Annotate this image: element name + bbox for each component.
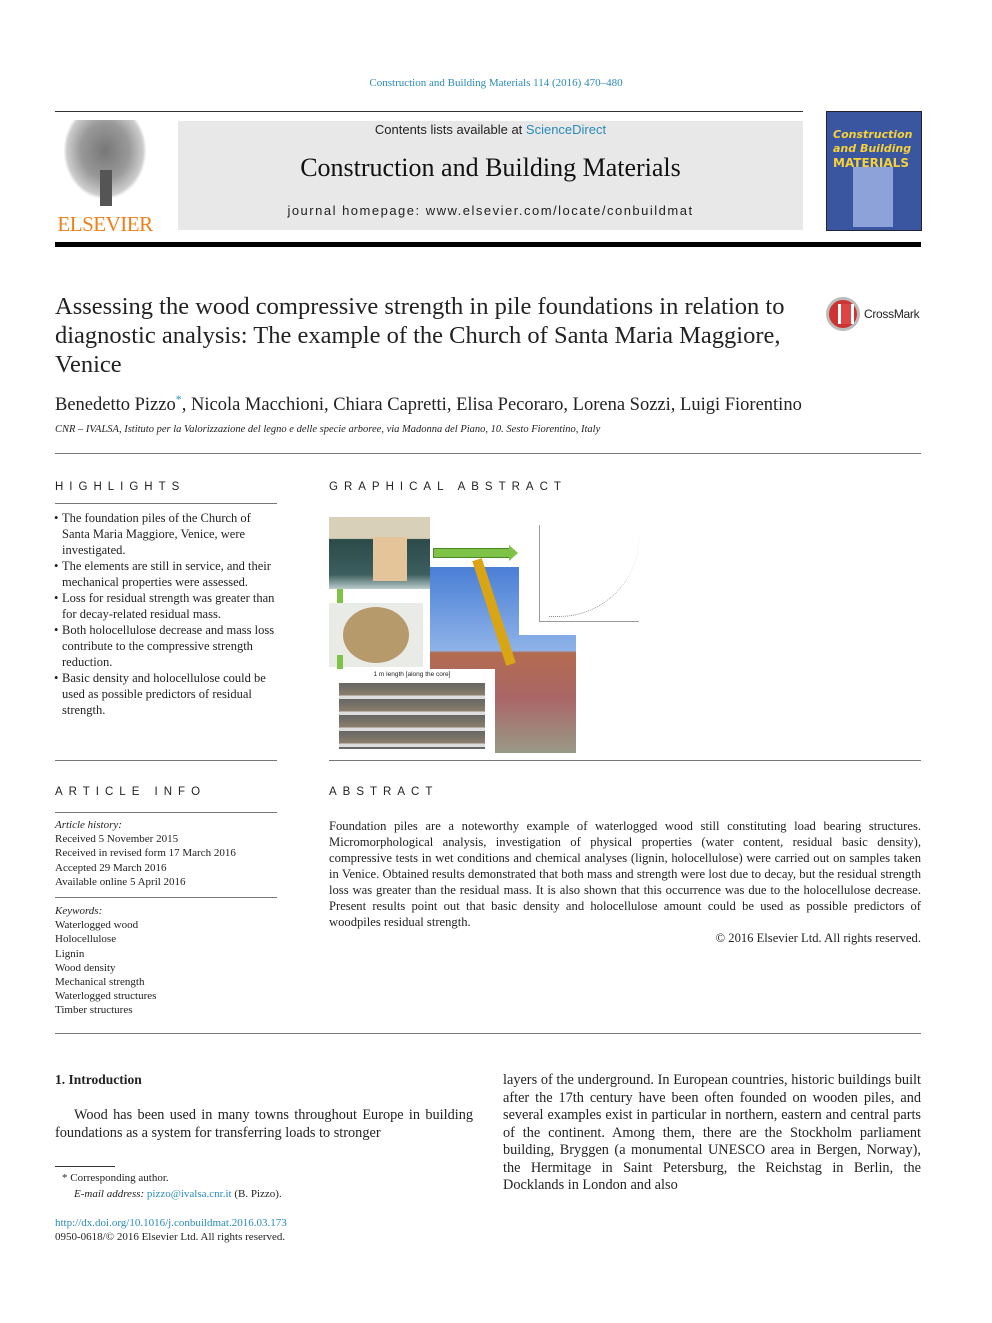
- author-name: Benedetto Pizzo: [55, 395, 176, 416]
- doi-link[interactable]: http://dx.doi.org/10.1016/j.conbuildmat.…: [55, 1217, 287, 1229]
- sample-cross-section-photo: [329, 603, 423, 667]
- crossmark-icon: [826, 297, 860, 331]
- highlight-item: The foundation piles of the Church of Sa…: [54, 510, 277, 558]
- cover-title-line: and Building: [833, 142, 912, 155]
- abstract-heading: ABSTRACT: [329, 786, 439, 798]
- contents-prefix: Contents lists available at: [374, 122, 526, 137]
- email-label: E-mail address:: [74, 1188, 145, 1200]
- keyword: Waterlogged structures: [55, 990, 157, 1003]
- graphical-abstract-image[interactable]: 1 m length [along the core]: [329, 517, 649, 753]
- journal-cover[interactable]: Construction and Building MATERIALS: [826, 111, 922, 231]
- sciencedirect-link[interactable]: ScienceDirect: [526, 122, 606, 137]
- article-info-heading: ARTICLE INFO: [55, 786, 207, 798]
- author-names: , Nicola Macchioni, Chiara Capretti, Eli…: [181, 395, 802, 416]
- article-title: Assessing the wood compressive strength …: [55, 293, 785, 378]
- keyword: Holocellulose: [55, 933, 117, 946]
- keyword: Lignin: [55, 947, 85, 960]
- footnote-mark: *: [62, 1172, 68, 1184]
- highlights-heading: HIGHLIGHTS: [55, 481, 186, 493]
- abstract: Foundation piles are a noteworthy exampl…: [329, 818, 921, 946]
- divider: [329, 760, 921, 761]
- divider: [55, 503, 277, 504]
- email-link[interactable]: pizzo@ivalsa.cnr.it: [147, 1188, 232, 1200]
- divider: [55, 453, 921, 454]
- thick-divider: [55, 242, 921, 247]
- elsevier-tree-icon: [56, 120, 154, 208]
- arrow-up-icon: [337, 655, 343, 669]
- arrow-right-icon: [433, 548, 511, 558]
- journal-title: Construction and Building Materials: [300, 153, 681, 182]
- divider: [55, 812, 277, 813]
- highlight-item: The elements are still in service, and t…: [54, 558, 277, 590]
- footnote-rule: [55, 1166, 115, 1167]
- crossmark-button[interactable]: CrossMark: [826, 297, 920, 331]
- divider: [55, 111, 803, 112]
- highlight-item: Both holocellulose decrease and mass los…: [54, 622, 277, 670]
- issn-copyright: 0950-0618/© 2016 Elsevier Ltd. All right…: [55, 1231, 286, 1243]
- journal-homepage[interactable]: journal homepage: www.elsevier.com/locat…: [178, 203, 803, 218]
- affiliation: CNR – IVALSA, Istituto per la Valorizzaz…: [55, 424, 601, 435]
- elsevier-logo[interactable]: ELSEVIER: [55, 120, 155, 236]
- abstract-text: Foundation piles are a noteworthy exampl…: [329, 819, 921, 929]
- doi-block: http://dx.doi.org/10.1016/j.conbuildmat.…: [55, 1216, 287, 1244]
- scatter-plot-inset: [519, 517, 645, 635]
- keyword: Timber structures: [55, 1004, 133, 1017]
- cover-image: [853, 167, 893, 227]
- author-list: Benedetto Pizzo*, Nicola Macchioni, Chia…: [55, 392, 802, 416]
- history-item: Available online 5 April 2016: [55, 875, 186, 888]
- divider: [55, 897, 277, 899]
- keyword: Wood density: [55, 961, 116, 974]
- highlight-item: Basic density and holocellulose could be…: [54, 670, 277, 718]
- abstract-copyright: © 2016 Elsevier Ltd. All rights reserved…: [715, 931, 921, 945]
- keywords-label: Keywords:: [55, 905, 103, 918]
- keyword: Waterlogged wood: [55, 919, 139, 932]
- publisher-logo-text: ELSEVIER: [57, 212, 153, 236]
- keyword: Mechanical strength: [55, 976, 145, 989]
- divider: [55, 760, 277, 761]
- journal-banner: Contents lists available at ScienceDirec…: [178, 121, 803, 230]
- highlight-item: Loss for residual strength was greater t…: [54, 590, 277, 622]
- journal-reference[interactable]: Construction and Building Materials 114 …: [0, 77, 992, 89]
- intro-paragraph-right: layers of the underground. In European c…: [503, 1072, 921, 1193]
- intro-paragraph-left: Wood has been used in many towns through…: [55, 1107, 473, 1141]
- graphical-abstract-heading: GRAPHICAL ABSTRACT: [329, 481, 567, 493]
- email-suffix: (B. Pizzo).: [231, 1188, 282, 1200]
- corresponding-author: Corresponding author.: [70, 1172, 169, 1184]
- history-label: Article history:: [55, 819, 122, 831]
- arrow-up-icon: [337, 589, 343, 603]
- history-item: Accepted 29 March 2016: [55, 861, 167, 874]
- core-samples-photo: 1 m length [along the core]: [329, 669, 495, 753]
- history-item: Received in revised form 17 March 2016: [55, 847, 236, 860]
- highlights-list: The foundation piles of the Church of Sa…: [54, 510, 277, 718]
- cover-title-line: Construction: [833, 128, 913, 141]
- history-item: Received 5 November 2015: [55, 833, 179, 846]
- article-info: Article history: Received 5 November 201…: [55, 818, 277, 1018]
- crossmark-label: CrossMark: [864, 307, 920, 321]
- footnote: * Corresponding author. E-mail address: …: [62, 1170, 282, 1202]
- core-caption: 1 m length [along the core]: [373, 671, 451, 678]
- compression-test-photo: [329, 517, 430, 589]
- arrow-head-icon: [509, 545, 518, 561]
- contents-line: Contents lists available at ScienceDirec…: [178, 122, 803, 137]
- divider: [55, 1033, 921, 1034]
- section-heading: 1. Introduction: [55, 1072, 142, 1087]
